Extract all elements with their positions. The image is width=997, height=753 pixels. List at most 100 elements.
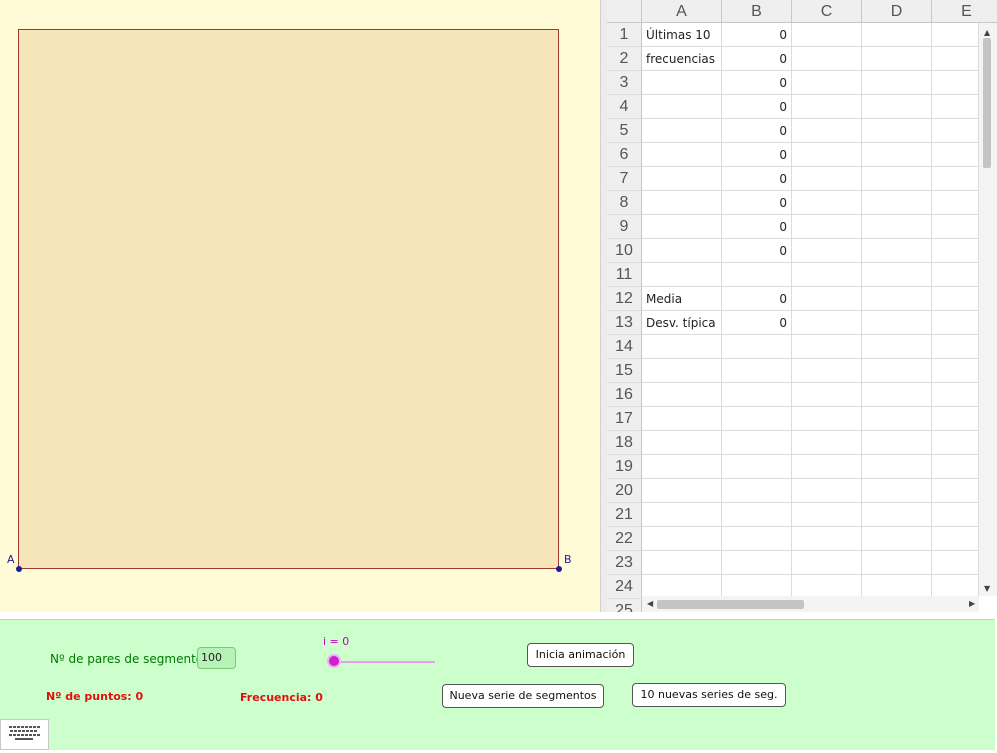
row-header[interactable]: 12 — [607, 287, 642, 311]
cell-e-7[interactable] — [932, 167, 979, 191]
cell-c-2[interactable] — [792, 47, 862, 71]
cell-d-14[interactable] — [862, 335, 932, 359]
cell-a-14[interactable] — [642, 335, 722, 359]
cell-a-16[interactable] — [642, 383, 722, 407]
cell-e-3[interactable] — [932, 71, 979, 95]
cell-d-3[interactable] — [862, 71, 932, 95]
cell-a-8[interactable] — [642, 191, 722, 215]
cell-e-14[interactable] — [932, 335, 979, 359]
cell-d-16[interactable] — [862, 383, 932, 407]
cell-b-19[interactable] — [722, 455, 792, 479]
row-header[interactable]: 15 — [607, 359, 642, 383]
row-header[interactable]: 14 — [607, 335, 642, 359]
cell-c-23[interactable] — [792, 551, 862, 575]
cell-d-22[interactable] — [862, 527, 932, 551]
cell-c-10[interactable] — [792, 239, 862, 263]
cell-a-19[interactable] — [642, 455, 722, 479]
cell-e-16[interactable] — [932, 383, 979, 407]
cell-d-10[interactable] — [862, 239, 932, 263]
cell-e-20[interactable] — [932, 479, 979, 503]
cell-c-17[interactable] — [792, 407, 862, 431]
column-header-e[interactable]: E — [932, 0, 997, 23]
cell-b-16[interactable] — [722, 383, 792, 407]
cell-a-11[interactable] — [642, 263, 722, 287]
cell-b-7[interactable]: 0 — [722, 167, 792, 191]
vertical-scroll-thumb[interactable] — [983, 38, 991, 168]
column-header-b[interactable]: B — [722, 0, 792, 23]
cell-d-11[interactable] — [862, 263, 932, 287]
scroll-right-icon[interactable]: ▶ — [969, 599, 975, 608]
row-header[interactable]: 8 — [607, 191, 642, 215]
row-header[interactable]: 23 — [607, 551, 642, 575]
cell-b-2[interactable]: 0 — [722, 47, 792, 71]
cell-d-13[interactable] — [862, 311, 932, 335]
scroll-down-icon[interactable]: ▼ — [984, 584, 990, 593]
cell-c-14[interactable] — [792, 335, 862, 359]
cell-a-10[interactable] — [642, 239, 722, 263]
row-header[interactable]: 25 — [607, 599, 642, 612]
cell-c-8[interactable] — [792, 191, 862, 215]
cell-b-21[interactable] — [722, 503, 792, 527]
slider-track[interactable] — [334, 661, 435, 663]
cell-a-18[interactable] — [642, 431, 722, 455]
cell-d-6[interactable] — [862, 143, 932, 167]
cell-e-5[interactable] — [932, 119, 979, 143]
cell-c-9[interactable] — [792, 215, 862, 239]
cell-e-1[interactable] — [932, 23, 979, 47]
row-header[interactable]: 6 — [607, 143, 642, 167]
cell-c-20[interactable] — [792, 479, 862, 503]
cell-a-15[interactable] — [642, 359, 722, 383]
cell-b-22[interactable] — [722, 527, 792, 551]
cell-c-6[interactable] — [792, 143, 862, 167]
cell-b-4[interactable]: 0 — [722, 95, 792, 119]
cell-a-23[interactable] — [642, 551, 722, 575]
row-header[interactable]: 1 — [607, 23, 642, 47]
nueva-serie-button[interactable]: Nueva serie de segmentos — [442, 684, 604, 708]
cell-a-9[interactable] — [642, 215, 722, 239]
row-header[interactable]: 7 — [607, 167, 642, 191]
view-divider[interactable] — [600, 0, 607, 612]
cell-e-10[interactable] — [932, 239, 979, 263]
cell-a-12[interactable]: Media — [642, 287, 722, 311]
cell-e-9[interactable] — [932, 215, 979, 239]
cell-d-5[interactable] — [862, 119, 932, 143]
column-header-c[interactable]: C — [792, 0, 862, 23]
cell-c-7[interactable] — [792, 167, 862, 191]
horizontal-scroll-thumb[interactable] — [657, 600, 804, 609]
cell-c-11[interactable] — [792, 263, 862, 287]
row-header[interactable]: 13 — [607, 311, 642, 335]
cell-c-16[interactable] — [792, 383, 862, 407]
cell-a-4[interactable] — [642, 95, 722, 119]
row-header[interactable]: 16 — [607, 383, 642, 407]
cell-e-18[interactable] — [932, 431, 979, 455]
cell-c-21[interactable] — [792, 503, 862, 527]
pares-input[interactable]: 100 — [197, 647, 236, 669]
graphics-view[interactable]: A B — [0, 0, 600, 612]
cell-e-12[interactable] — [932, 287, 979, 311]
cell-e-8[interactable] — [932, 191, 979, 215]
cell-a-21[interactable] — [642, 503, 722, 527]
cell-b-13[interactable]: 0 — [722, 311, 792, 335]
cell-d-23[interactable] — [862, 551, 932, 575]
row-header[interactable]: 17 — [607, 407, 642, 431]
cell-a-5[interactable] — [642, 119, 722, 143]
cell-b-17[interactable] — [722, 407, 792, 431]
row-header[interactable]: 11 — [607, 263, 642, 287]
cell-e-11[interactable] — [932, 263, 979, 287]
cell-b-8[interactable]: 0 — [722, 191, 792, 215]
row-header[interactable]: 3 — [607, 71, 642, 95]
row-header[interactable]: 24 — [607, 575, 642, 599]
cell-e-15[interactable] — [932, 359, 979, 383]
column-header-a[interactable]: A — [642, 0, 722, 23]
cell-d-17[interactable] — [862, 407, 932, 431]
cell-c-5[interactable] — [792, 119, 862, 143]
point-a[interactable] — [16, 566, 22, 572]
cell-a-22[interactable] — [642, 527, 722, 551]
cell-e-17[interactable] — [932, 407, 979, 431]
cell-a-7[interactable] — [642, 167, 722, 191]
cell-b-23[interactable] — [722, 551, 792, 575]
cell-e-21[interactable] — [932, 503, 979, 527]
cell-b-1[interactable]: 0 — [722, 23, 792, 47]
column-header-d[interactable]: D — [862, 0, 932, 23]
cell-b-9[interactable]: 0 — [722, 215, 792, 239]
